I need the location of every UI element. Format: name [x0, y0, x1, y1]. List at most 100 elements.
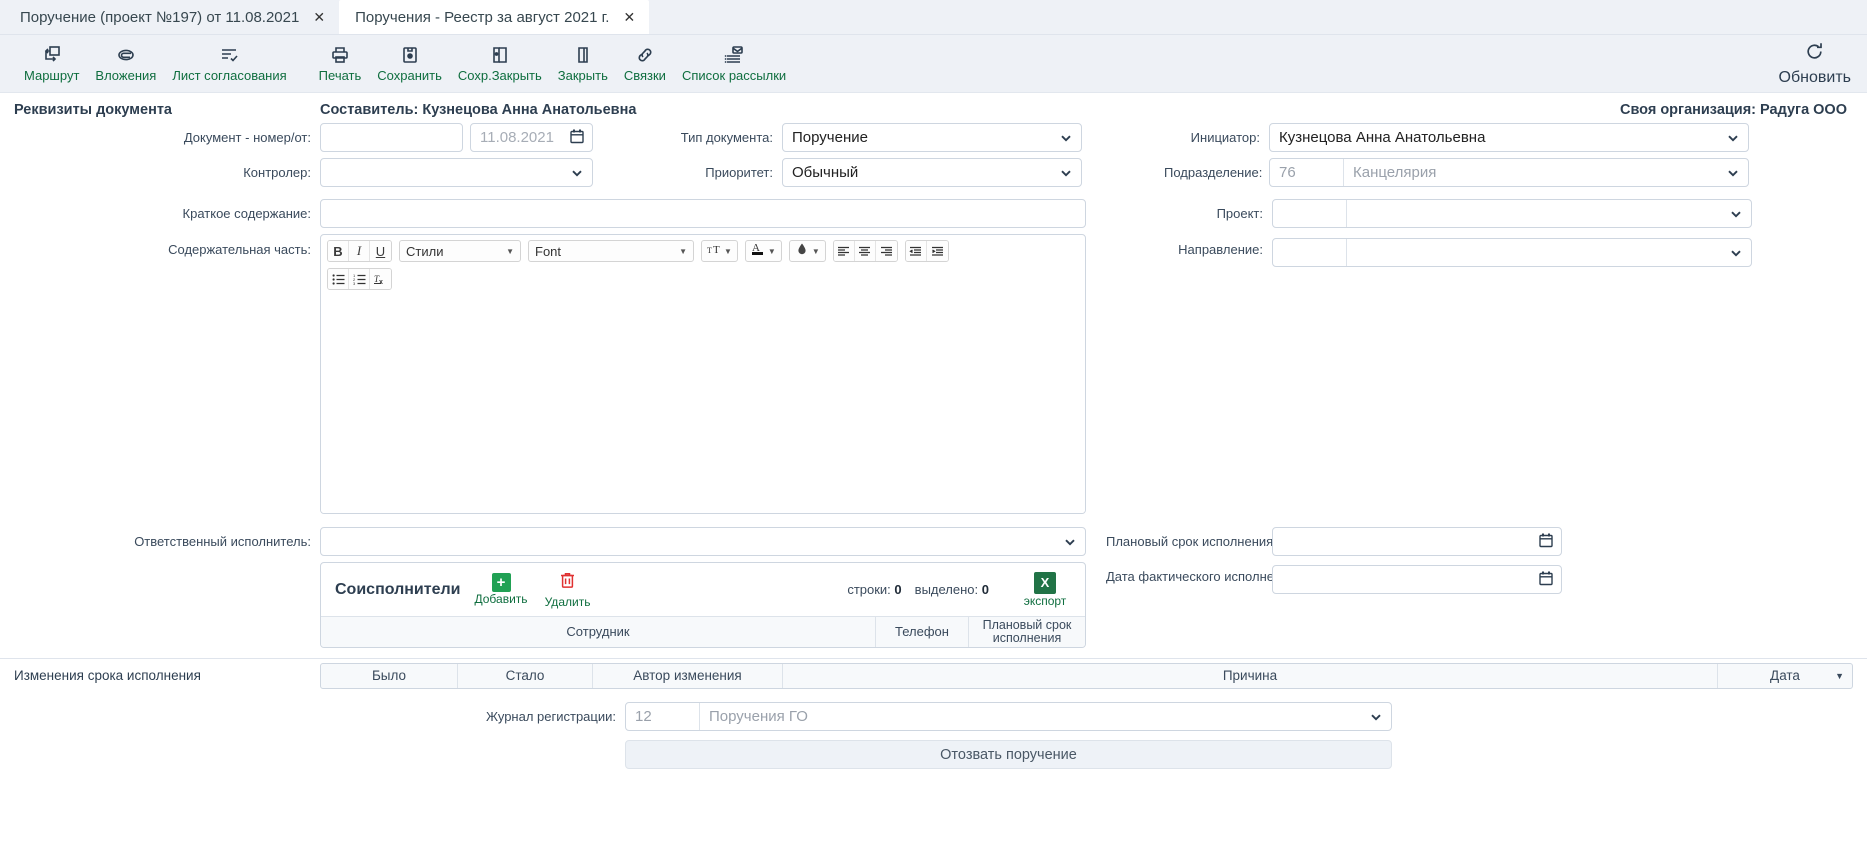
chevron-down-icon: ▼	[1835, 670, 1844, 681]
direction-select[interactable]	[1272, 238, 1752, 267]
numbered-list-icon[interactable]: 123	[349, 269, 370, 289]
main-toolbar: Маршрут Вложения Лист согласования Печат…	[0, 35, 1867, 93]
tab-document[interactable]: Поручение (проект №197) от 11.08.2021 ✕	[4, 0, 339, 34]
content-editor[interactable]: B I U Стили ▼ Font ▼ TT ▼ A ▼ ▼ 1 2 3 T …	[320, 234, 1086, 514]
column-header-date[interactable]: Дата ▼	[1718, 664, 1852, 688]
highlight-color-dropdown[interactable]: ▼	[788, 240, 826, 262]
align-right-icon[interactable]	[875, 241, 897, 261]
initiator-select[interactable]: Кузнецова Анна Анатольевна	[1269, 123, 1749, 152]
italic-icon[interactable]: I	[349, 241, 370, 261]
chevron-down-icon	[1060, 132, 1072, 144]
align-left-icon[interactable]	[833, 241, 855, 261]
selected-value: 0	[981, 582, 989, 597]
editor-indent-group	[904, 240, 949, 262]
export-excel-button[interactable]: X экспорт	[1019, 571, 1071, 608]
editor-align-group	[832, 240, 898, 262]
editor-toolbar-row2: 123 Tx	[321, 268, 1085, 298]
content-editor-body[interactable]	[321, 298, 1085, 513]
toolbar-button-attachments[interactable]: Вложения	[87, 42, 164, 85]
coexecutors-title: Соисполнители	[335, 580, 461, 598]
route-icon	[42, 44, 62, 66]
actual-date-input[interactable]	[1272, 565, 1562, 594]
chevron-down-icon	[1060, 167, 1072, 179]
tab-bar: Поручение (проект №197) от 11.08.2021 ✕ …	[0, 0, 1867, 35]
align-center-icon[interactable]	[854, 241, 876, 261]
column-header-was[interactable]: Было	[321, 663, 458, 688]
indent-icon[interactable]	[926, 241, 948, 261]
responsible-executor-select[interactable]	[320, 527, 1086, 556]
toolbar-button-save-close[interactable]: Сохр.Закрыть	[450, 42, 550, 85]
toolbar-label-mailing-list: Список рассылки	[681, 68, 787, 83]
tab-registry[interactable]: Поручения - Реестр за август 2021 г. ✕	[339, 0, 650, 34]
font-size-dropdown[interactable]: TT ▼	[701, 240, 738, 262]
calendar-icon[interactable]	[1539, 570, 1553, 589]
planned-date-input[interactable]	[1272, 527, 1562, 556]
coexecutors-header: Соисполнители + Добавить Удалить строки:…	[321, 563, 1085, 616]
add-coexecutor-button[interactable]: + Добавить	[475, 573, 528, 606]
close-icon[interactable]: ✕	[313, 10, 325, 24]
doc-date-input[interactable]: 11.08.2021	[470, 123, 593, 152]
text-color-dropdown[interactable]: A ▼	[744, 240, 782, 262]
toolbar-button-refresh[interactable]: Обновить	[1779, 41, 1851, 87]
priority-select[interactable]: Обычный	[782, 158, 1082, 187]
bold-icon[interactable]: B	[328, 241, 349, 261]
trash-icon	[558, 571, 577, 595]
project-code	[1273, 200, 1347, 227]
department-code: 76	[1270, 159, 1344, 186]
font-dropdown[interactable]: Font ▼	[528, 240, 694, 262]
clear-format-icon[interactable]: Tx	[370, 269, 391, 289]
column-header-employee[interactable]: Сотрудник	[321, 617, 876, 647]
chevron-down-icon	[1727, 132, 1739, 144]
journal-code: 12	[626, 703, 700, 730]
doc-type-select[interactable]: Поручение	[782, 123, 1082, 152]
toolbar-button-links[interactable]: Связки	[616, 42, 674, 85]
attachment-icon	[116, 44, 136, 66]
toolbar-button-approval-sheet[interactable]: Лист согласования	[164, 42, 294, 85]
chevron-down-icon	[1064, 536, 1076, 548]
selected-label: выделено:	[914, 582, 979, 597]
column-header-change-author[interactable]: Автор изменения	[593, 663, 783, 688]
outdent-icon[interactable]	[905, 241, 927, 261]
doc-number-input[interactable]	[320, 123, 463, 152]
planned-date-label: Плановый срок исполнения:	[1106, 534, 1277, 549]
editor-list-group: 123 Tx	[327, 268, 392, 290]
underline-icon[interactable]: U	[370, 241, 391, 261]
project-value	[1347, 200, 1751, 227]
styles-dropdown[interactable]: Стили ▼	[399, 240, 521, 262]
toolbar-button-close[interactable]: Закрыть	[550, 42, 616, 85]
chevron-down-icon: ▼	[724, 246, 732, 256]
department-select[interactable]: 76 Канцелярия	[1269, 158, 1749, 187]
deadline-changes-table: Было Стало Автор изменения Причина Дата …	[320, 662, 1853, 689]
recall-order-button[interactable]: Отозвать поручение	[625, 740, 1392, 769]
toolbar-button-route[interactable]: Маршрут	[16, 42, 87, 85]
coexecutors-table: Соисполнители + Добавить Удалить строки:…	[320, 562, 1086, 648]
calendar-icon[interactable]	[570, 128, 584, 147]
column-header-phone[interactable]: Телефон	[876, 617, 969, 647]
journal-select[interactable]: 12 Поручения ГО	[625, 702, 1392, 731]
form-row-2: Контролер: Приоритет: Обычный Подразделе…	[14, 158, 1853, 187]
delete-coexecutor-button[interactable]: Удалить	[542, 571, 594, 609]
toolbar-button-mailing-list[interactable]: Список рассылки	[674, 42, 794, 85]
refresh-icon	[1804, 41, 1825, 67]
chevron-down-icon: ▼	[811, 246, 820, 256]
text-size-icon: TT	[707, 242, 721, 261]
column-header-planned-date[interactable]: Плановый срок исполнения	[969, 617, 1085, 647]
toolbar-button-save[interactable]: Сохранить	[369, 42, 450, 85]
priority-value: Обычный	[792, 164, 859, 181]
direction-code	[1273, 239, 1347, 266]
page-title: Реквизиты документа	[14, 102, 172, 118]
coexecutors-counters: строки: 0 выделено: 0	[847, 582, 989, 597]
column-header-reason[interactable]: Причина	[783, 663, 1718, 688]
styles-value: Стили	[406, 243, 444, 259]
controller-select[interactable]	[320, 158, 593, 187]
toolbar-label-attachments: Вложения	[95, 68, 157, 83]
form-row-4: Содержательная часть: B I U Стили ▼ Font…	[14, 234, 1853, 514]
column-header-became[interactable]: Стало	[458, 663, 593, 688]
bullet-list-icon[interactable]	[328, 269, 349, 289]
summary-input[interactable]	[320, 199, 1086, 228]
toolbar-button-print[interactable]: Печать	[311, 42, 370, 85]
mailing-list-icon	[724, 44, 744, 66]
calendar-icon[interactable]	[1539, 532, 1553, 551]
close-icon[interactable]: ✕	[623, 10, 635, 24]
project-select[interactable]	[1272, 199, 1752, 228]
